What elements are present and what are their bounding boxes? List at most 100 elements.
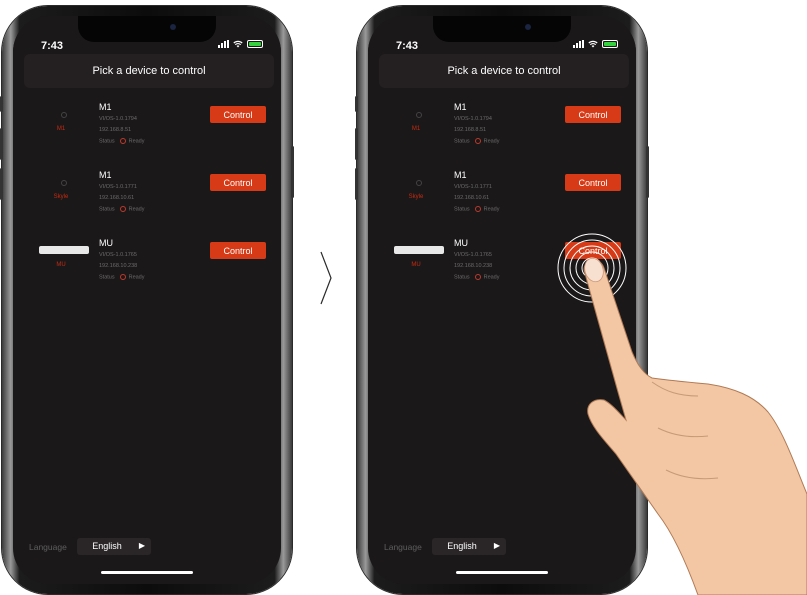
device-ip: 192.168.10.238 (99, 263, 138, 269)
device-name: MU (99, 238, 113, 248)
control-button[interactable]: Control (565, 106, 621, 123)
phone-frame-left: 7:43 Pick a device to control M1 M1 VI/O… (0, 6, 294, 594)
small-device-icon (416, 180, 422, 186)
status-icons (218, 40, 263, 48)
device-firmware: VI/OS-1.0.1794 (454, 116, 492, 122)
hand-shape (583, 259, 807, 595)
device-thumb-label: MU (411, 262, 421, 268)
device-status: Status Ready (99, 138, 145, 144)
device-thumb-label: MU (56, 262, 66, 268)
status-label: Status (99, 274, 115, 281)
volume-down-button (355, 168, 358, 200)
device-row[interactable]: M1 M1 VI/OS-1.0.1794 192.168.8.51 Status… (368, 96, 636, 164)
notch (433, 16, 571, 42)
language-selector: Language English ▶ (384, 538, 506, 555)
status-value: Ready (483, 274, 500, 281)
small-device-icon (61, 112, 67, 118)
device-name: M1 (454, 102, 467, 112)
tapping-hand-icon (557, 233, 807, 595)
battery-icon (247, 40, 263, 48)
status-time: 7:43 (41, 40, 64, 52)
volume-down-button (0, 168, 3, 200)
control-button[interactable]: Control (210, 242, 266, 259)
status-indicator-icon (119, 138, 126, 144)
status-indicator-icon (119, 206, 126, 212)
language-button[interactable]: English ▶ (432, 538, 506, 555)
volume-up-button (0, 128, 3, 160)
device-ip: 192.168.10.238 (454, 263, 493, 269)
status-value: Ready (483, 206, 500, 213)
device-firmware: VI/OS-1.0.1771 (454, 184, 492, 190)
status-label: Status (454, 206, 470, 213)
device-row[interactable]: MU MU VI/OS-1.0.1765 192.168.10.238 Stat… (13, 232, 281, 300)
power-button (646, 146, 649, 198)
page-title-bar: Pick a device to control (24, 54, 274, 88)
device-thumb-label: M1 (56, 126, 66, 132)
play-arrow-icon: ▶ (138, 541, 145, 550)
device-status: Status Ready (99, 206, 145, 212)
device-ip: 192.168.10.61 (99, 195, 135, 201)
wifi-icon (233, 40, 243, 48)
page-title: Pick a device to control (447, 65, 561, 77)
device-thumb-label: Skyle (408, 194, 424, 200)
notch (78, 16, 216, 42)
status-indicator-icon (474, 206, 481, 212)
device-thumbnail: Skyle (386, 166, 446, 210)
device-ip: 192.168.8.51 (99, 127, 132, 133)
phone-screen: 7:43 Pick a device to control M1 M1 VI/O… (13, 16, 281, 584)
device-thumbnail: M1 (31, 98, 91, 142)
device-row[interactable]: Skyle M1 VI/OS-1.0.1771 192.168.10.61 St… (368, 164, 636, 232)
control-button[interactable]: Control (565, 174, 621, 191)
device-status: Status Ready (454, 206, 500, 212)
battery-icon (602, 40, 618, 48)
device-list: M1 M1 VI/OS-1.0.1794 192.168.8.51 Status… (13, 96, 281, 300)
device-row[interactable]: Skyle M1 VI/OS-1.0.1771 192.168.10.61 St… (13, 164, 281, 232)
status-value: Ready (128, 274, 145, 281)
device-ip: 192.168.8.51 (454, 127, 487, 133)
page-title: Pick a device to control (92, 65, 206, 77)
volume-up-button (355, 128, 358, 160)
device-thumb-label: Skyle (53, 194, 69, 200)
device-firmware: VI/OS-1.0.1765 (99, 252, 137, 258)
status-value: Ready (128, 206, 145, 213)
power-button (291, 146, 294, 198)
device-thumb-label: M1 (411, 126, 421, 132)
language-label: Language (384, 541, 422, 552)
status-label: Status (99, 138, 115, 145)
small-device-icon (416, 112, 422, 118)
front-camera (525, 24, 531, 30)
mute-switch (355, 96, 358, 112)
device-name: M1 (454, 170, 467, 180)
device-thumbnail: M1 (386, 98, 446, 142)
cellular-signal-icon (218, 40, 229, 48)
language-value: English (447, 541, 477, 551)
control-button[interactable]: Control (210, 106, 266, 123)
soundbar-device-icon (394, 246, 444, 254)
device-name: M1 (99, 102, 112, 112)
status-label: Status (99, 206, 115, 213)
status-label: Status (454, 138, 470, 145)
language-label: Language (29, 541, 67, 552)
device-status: Status Ready (454, 138, 500, 144)
device-row[interactable]: M1 M1 VI/OS-1.0.1794 192.168.8.51 Status… (13, 96, 281, 164)
soundbar-device-icon (39, 246, 89, 254)
play-arrow-icon: ▶ (493, 541, 500, 550)
front-camera (170, 24, 176, 30)
device-firmware: VI/OS-1.0.1765 (454, 252, 492, 258)
status-value: Ready (483, 138, 500, 145)
home-indicator[interactable] (456, 571, 548, 574)
small-device-icon (61, 180, 67, 186)
home-indicator[interactable] (101, 571, 193, 574)
status-indicator-icon (474, 274, 481, 280)
device-thumbnail: MU (31, 234, 91, 278)
control-button[interactable]: Control (210, 174, 266, 191)
language-button[interactable]: English ▶ (77, 538, 151, 555)
status-label: Status (454, 274, 470, 281)
device-firmware: VI/OS-1.0.1794 (99, 116, 137, 122)
device-firmware: VI/OS-1.0.1771 (99, 184, 137, 190)
device-status: Status Ready (99, 274, 145, 280)
status-indicator-icon (119, 274, 126, 280)
chevron-right-icon (320, 251, 332, 305)
status-indicator-icon (474, 138, 481, 144)
language-value: English (92, 541, 122, 551)
